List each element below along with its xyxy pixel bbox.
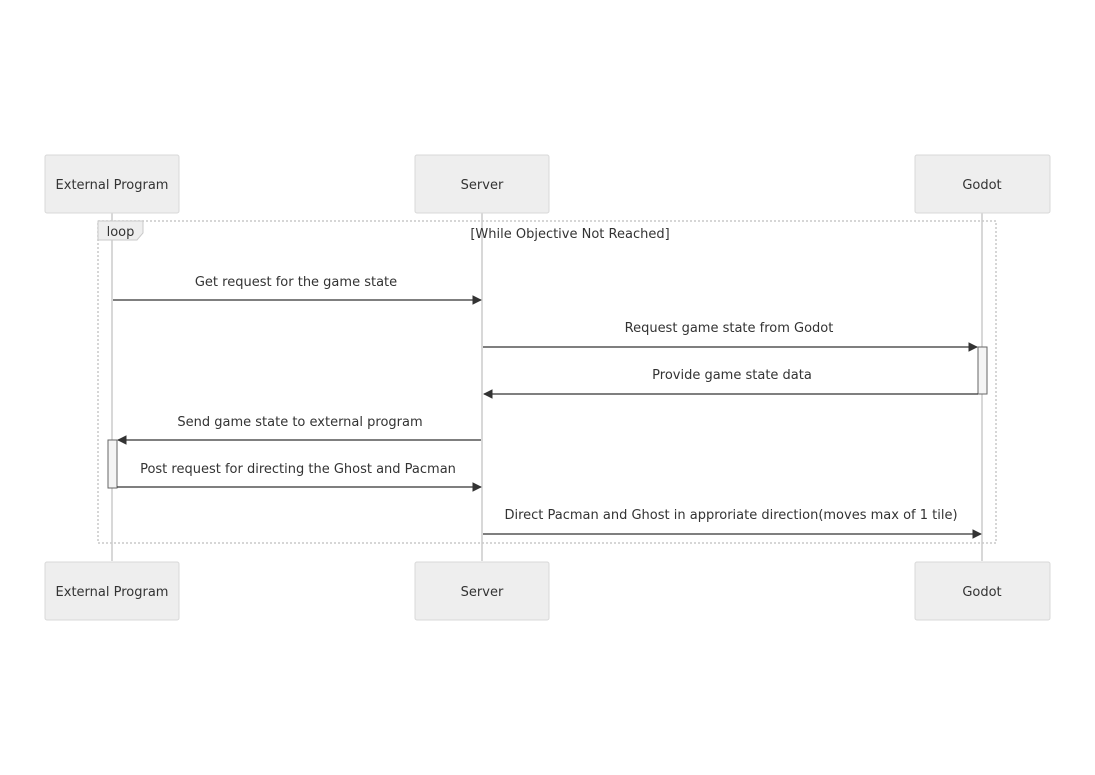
loop-keyword: loop — [107, 225, 135, 240]
loop-frame: loop [While Objective Not Reached] — [97, 220, 997, 544]
loop-box — [97, 220, 997, 544]
actor-godot-top: Godot — [914, 154, 1051, 214]
loop-condition: [While Objective Not Reached] — [470, 227, 669, 242]
message-label: Provide game state data — [652, 368, 812, 383]
actor-label: Godot — [962, 585, 1001, 600]
actor-server-top: Server — [414, 154, 550, 214]
actor-server-bottom: Server — [414, 561, 550, 621]
message-request-from-godot: Request game state from Godot — [483, 321, 978, 352]
actor-label: External Program — [56, 178, 169, 193]
actor-label: Server — [461, 585, 504, 600]
actor-label: External Program — [56, 585, 169, 600]
message-label: Post request for directing the Ghost and… — [140, 462, 456, 477]
actor-external-program-bottom: External Program — [44, 561, 180, 621]
actor-external-program-top: External Program — [44, 154, 180, 214]
message-label: Get request for the game state — [195, 275, 397, 290]
message-post-direction: Post request for directing the Ghost and… — [117, 462, 482, 492]
message-provide-game-state: Provide game state data — [483, 368, 978, 399]
message-label: Request game state from Godot — [625, 321, 834, 336]
message-get-game-state: Get request for the game state — [113, 275, 482, 305]
message-send-to-external: Send game state to external program — [117, 415, 481, 445]
actor-label: Server — [461, 178, 504, 193]
actor-godot-bottom: Godot — [914, 561, 1051, 621]
actor-label: Godot — [962, 178, 1001, 193]
message-label: Direct Pacman and Ghost in approriate di… — [504, 508, 957, 523]
message-label: Send game state to external program — [177, 415, 422, 430]
activation-godot — [977, 346, 988, 395]
activation-external-program — [107, 439, 118, 489]
sequence-diagram: loop [While Objective Not Reached] Get r… — [44, 154, 1051, 621]
message-direct-pacman-ghost: Direct Pacman and Ghost in approriate di… — [483, 508, 982, 539]
